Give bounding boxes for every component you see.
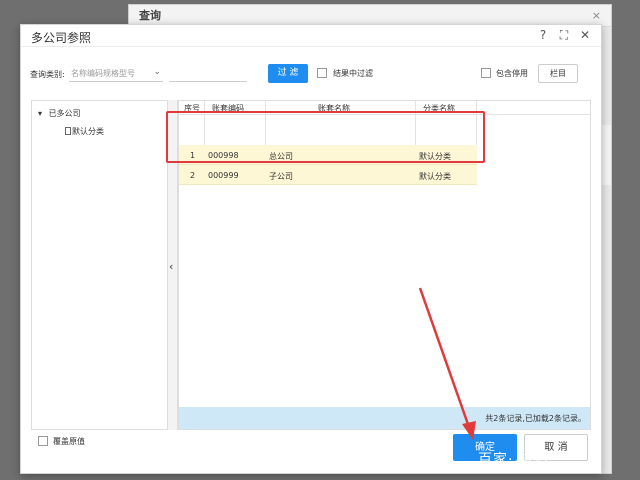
watermark: 百家· 技巧: [478, 452, 549, 468]
annotation-arrow-icon: [418, 287, 476, 440]
